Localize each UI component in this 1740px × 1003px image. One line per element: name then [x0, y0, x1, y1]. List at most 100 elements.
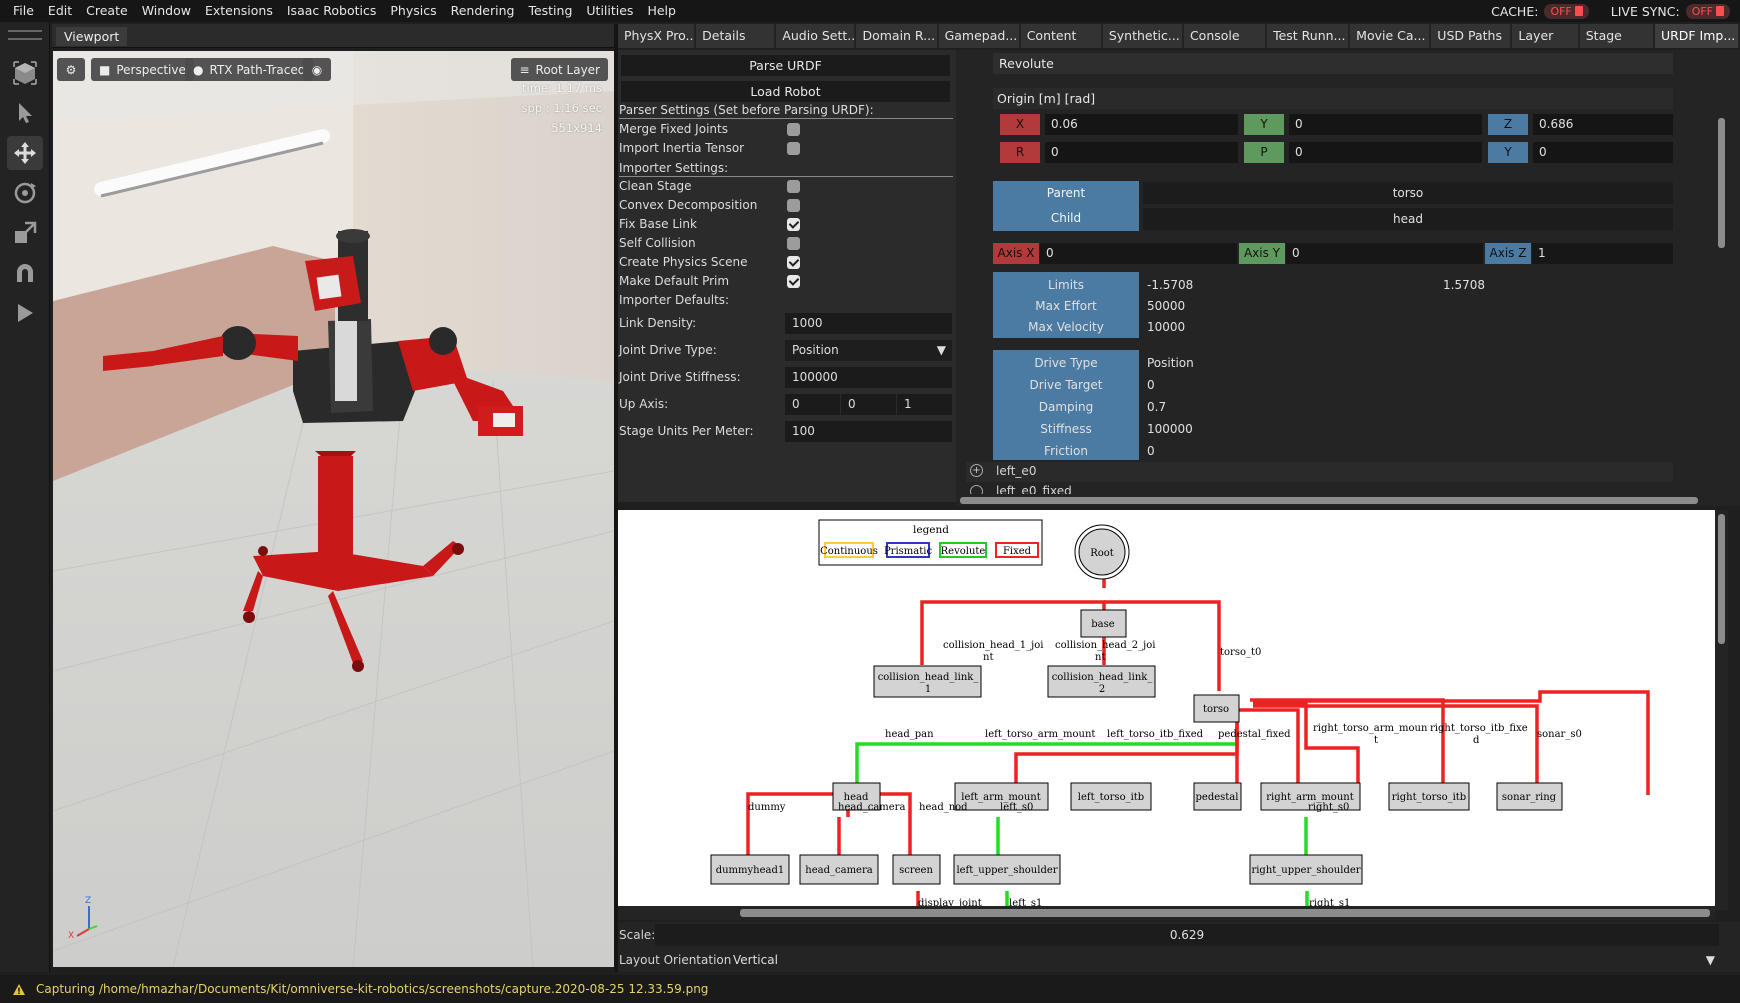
vertical-scrollbar-top[interactable]: [1715, 108, 1728, 468]
menu-utilities[interactable]: Utilities: [579, 0, 640, 22]
node-right-torso-itb[interactable]: right_torso_itb: [1392, 792, 1466, 803]
tab-console[interactable]: Console: [1183, 24, 1266, 48]
node-root[interactable]: Root: [1090, 548, 1114, 559]
parse-urdf-button[interactable]: Parse URDF: [621, 55, 950, 76]
cache-toggle[interactable]: OFF: [1544, 3, 1589, 19]
clean-stage-checkbox[interactable]: [787, 180, 800, 193]
axis-z-field[interactable]: 1: [1532, 243, 1673, 264]
node-base[interactable]: base: [1091, 619, 1114, 630]
menu-extensions[interactable]: Extensions: [198, 0, 280, 22]
tab-gamepad[interactable]: Gamepad...: [938, 24, 1019, 48]
tab-audio[interactable]: Audio Sett...: [776, 24, 855, 48]
origin-x-field[interactable]: 0.06: [1045, 114, 1238, 135]
self-collision-checkbox[interactable]: [787, 237, 800, 250]
tab-movie-capture[interactable]: Movie Ca...: [1350, 24, 1430, 48]
menu-window[interactable]: Window: [135, 0, 198, 22]
limit-high-value[interactable]: 1.5708: [1443, 274, 1485, 296]
select-mode-icon[interactable]: [7, 56, 43, 90]
menu-testing[interactable]: Testing: [521, 0, 579, 22]
origin-r-field[interactable]: 0: [1045, 142, 1238, 163]
origin-p-field[interactable]: 0: [1289, 142, 1482, 163]
node-collision-head-link-1[interactable]: collision_head_link_: [878, 672, 979, 683]
limit-low-value[interactable]: -1.5708: [1147, 274, 1193, 296]
snap-magnet-icon[interactable]: [7, 256, 43, 290]
import-inertia-checkbox[interactable]: [787, 142, 800, 155]
menu-isaac-robotics[interactable]: Isaac Robotics: [280, 0, 383, 22]
drive-target-value[interactable]: 0: [1147, 374, 1155, 396]
pointer-icon[interactable]: [7, 96, 43, 130]
menu-edit[interactable]: Edit: [41, 0, 79, 22]
up-axis-x-field[interactable]: 0: [785, 394, 840, 415]
scale-slider[interactable]: 0.629: [655, 924, 1719, 946]
horizontal-scrollbar-top[interactable]: [956, 494, 1740, 506]
node-left-torso-itb[interactable]: left_torso_itb: [1078, 792, 1144, 803]
merge-fixed-joints-checkbox[interactable]: [787, 123, 800, 136]
link-density-field[interactable]: 1000: [785, 313, 952, 334]
tree-item-left-e0[interactable]: + left_e0: [966, 462, 1673, 482]
node-right-upper-shoulder[interactable]: right_upper_shoulder: [1251, 865, 1360, 876]
menu-rendering[interactable]: Rendering: [444, 0, 522, 22]
origin-yaw-field[interactable]: 0: [1533, 142, 1673, 163]
play-icon[interactable]: [7, 296, 43, 330]
max-velocity-value[interactable]: 10000: [1147, 316, 1185, 338]
node-screen[interactable]: screen: [899, 865, 933, 876]
joint-drive-type-select[interactable]: Position ▼: [785, 340, 952, 361]
urdf-graph-view[interactable]: legend Continuous Prismatic Revolute Fix…: [618, 510, 1715, 908]
make-default-prim-checkbox[interactable]: [787, 275, 800, 288]
tab-test-runner[interactable]: Test Runn...: [1267, 24, 1349, 48]
child-value[interactable]: head: [1143, 208, 1673, 230]
tab-stage[interactable]: Stage: [1579, 24, 1653, 48]
rotate-icon[interactable]: [7, 176, 43, 210]
menu-help[interactable]: Help: [640, 0, 683, 22]
create-physics-scene-checkbox[interactable]: [787, 256, 800, 269]
tab-domain-randomization[interactable]: Domain R...: [856, 24, 937, 48]
scroll-thumb[interactable]: [1718, 118, 1725, 248]
node-sonar-ring[interactable]: sonar_ring: [1502, 792, 1557, 803]
menu-file[interactable]: File: [6, 0, 41, 22]
up-axis-z-field[interactable]: 1: [897, 394, 952, 415]
horizontal-scrollbar-graph[interactable]: [618, 906, 1715, 920]
tab-usd-paths[interactable]: USD Paths: [1431, 24, 1511, 48]
node-head-camera[interactable]: head_camera: [805, 865, 872, 876]
scroll-thumb[interactable]: [960, 497, 1698, 504]
tab-details[interactable]: Details: [696, 24, 775, 48]
menu-physics[interactable]: Physics: [383, 0, 443, 22]
visibility-button[interactable]: ◉: [303, 58, 331, 81]
tab-physx[interactable]: PhysX Pro...: [618, 24, 695, 48]
load-robot-button[interactable]: Load Robot: [621, 81, 950, 102]
origin-z-field[interactable]: 0.686: [1533, 114, 1673, 135]
node-collision-head-link-2[interactable]: collision_head_link_: [1052, 672, 1153, 683]
move-icon[interactable]: [7, 136, 43, 170]
node-left-upper-shoulder[interactable]: left_upper_shoulder: [956, 865, 1057, 876]
axis-x-field[interactable]: 0: [1040, 243, 1237, 264]
tab-synthetic[interactable]: Synthetic...: [1102, 24, 1182, 48]
fix-base-link-checkbox[interactable]: [787, 218, 800, 231]
friction-value[interactable]: 0: [1147, 440, 1155, 462]
scale-icon[interactable]: [7, 216, 43, 250]
viewport[interactable]: ⚙ ■ Perspective ● RTX Path-Traced ◉ ≡ Root …: [53, 51, 614, 967]
up-axis-y-field[interactable]: 0: [841, 394, 896, 415]
vertical-scrollbar-graph[interactable]: [1715, 510, 1728, 910]
tab-content[interactable]: Content: [1020, 24, 1101, 48]
damping-value[interactable]: 0.7: [1147, 396, 1166, 418]
tab-layer[interactable]: Layer: [1512, 24, 1578, 48]
origin-y-field[interactable]: 0: [1289, 114, 1482, 135]
scroll-thumb[interactable]: [1718, 514, 1725, 644]
tab-urdf-importer[interactable]: URDF Imp...: [1654, 24, 1739, 48]
drive-type-value[interactable]: Position: [1147, 352, 1194, 374]
convex-decomp-checkbox[interactable]: [787, 199, 800, 212]
stiffness-value[interactable]: 100000: [1147, 418, 1193, 440]
joint-drive-stiffness-field[interactable]: 100000: [785, 367, 952, 388]
axis-y-field[interactable]: 0: [1286, 243, 1483, 264]
stage-units-field[interactable]: 100: [785, 421, 952, 442]
max-effort-value[interactable]: 50000: [1147, 295, 1185, 317]
parent-value[interactable]: torso: [1143, 182, 1673, 204]
menu-create[interactable]: Create: [79, 0, 135, 22]
node-pedestal[interactable]: pedestal: [1196, 792, 1239, 803]
viewport-settings-button[interactable]: ⚙: [57, 58, 85, 81]
scroll-thumb[interactable]: [740, 909, 1710, 917]
renderer-button[interactable]: ● RTX Path-Traced: [185, 58, 314, 81]
livesync-toggle[interactable]: OFF: [1685, 3, 1730, 19]
viewport-tab[interactable]: Viewport: [56, 27, 128, 46]
orientation-select[interactable]: Vertical ▼: [731, 949, 1719, 971]
